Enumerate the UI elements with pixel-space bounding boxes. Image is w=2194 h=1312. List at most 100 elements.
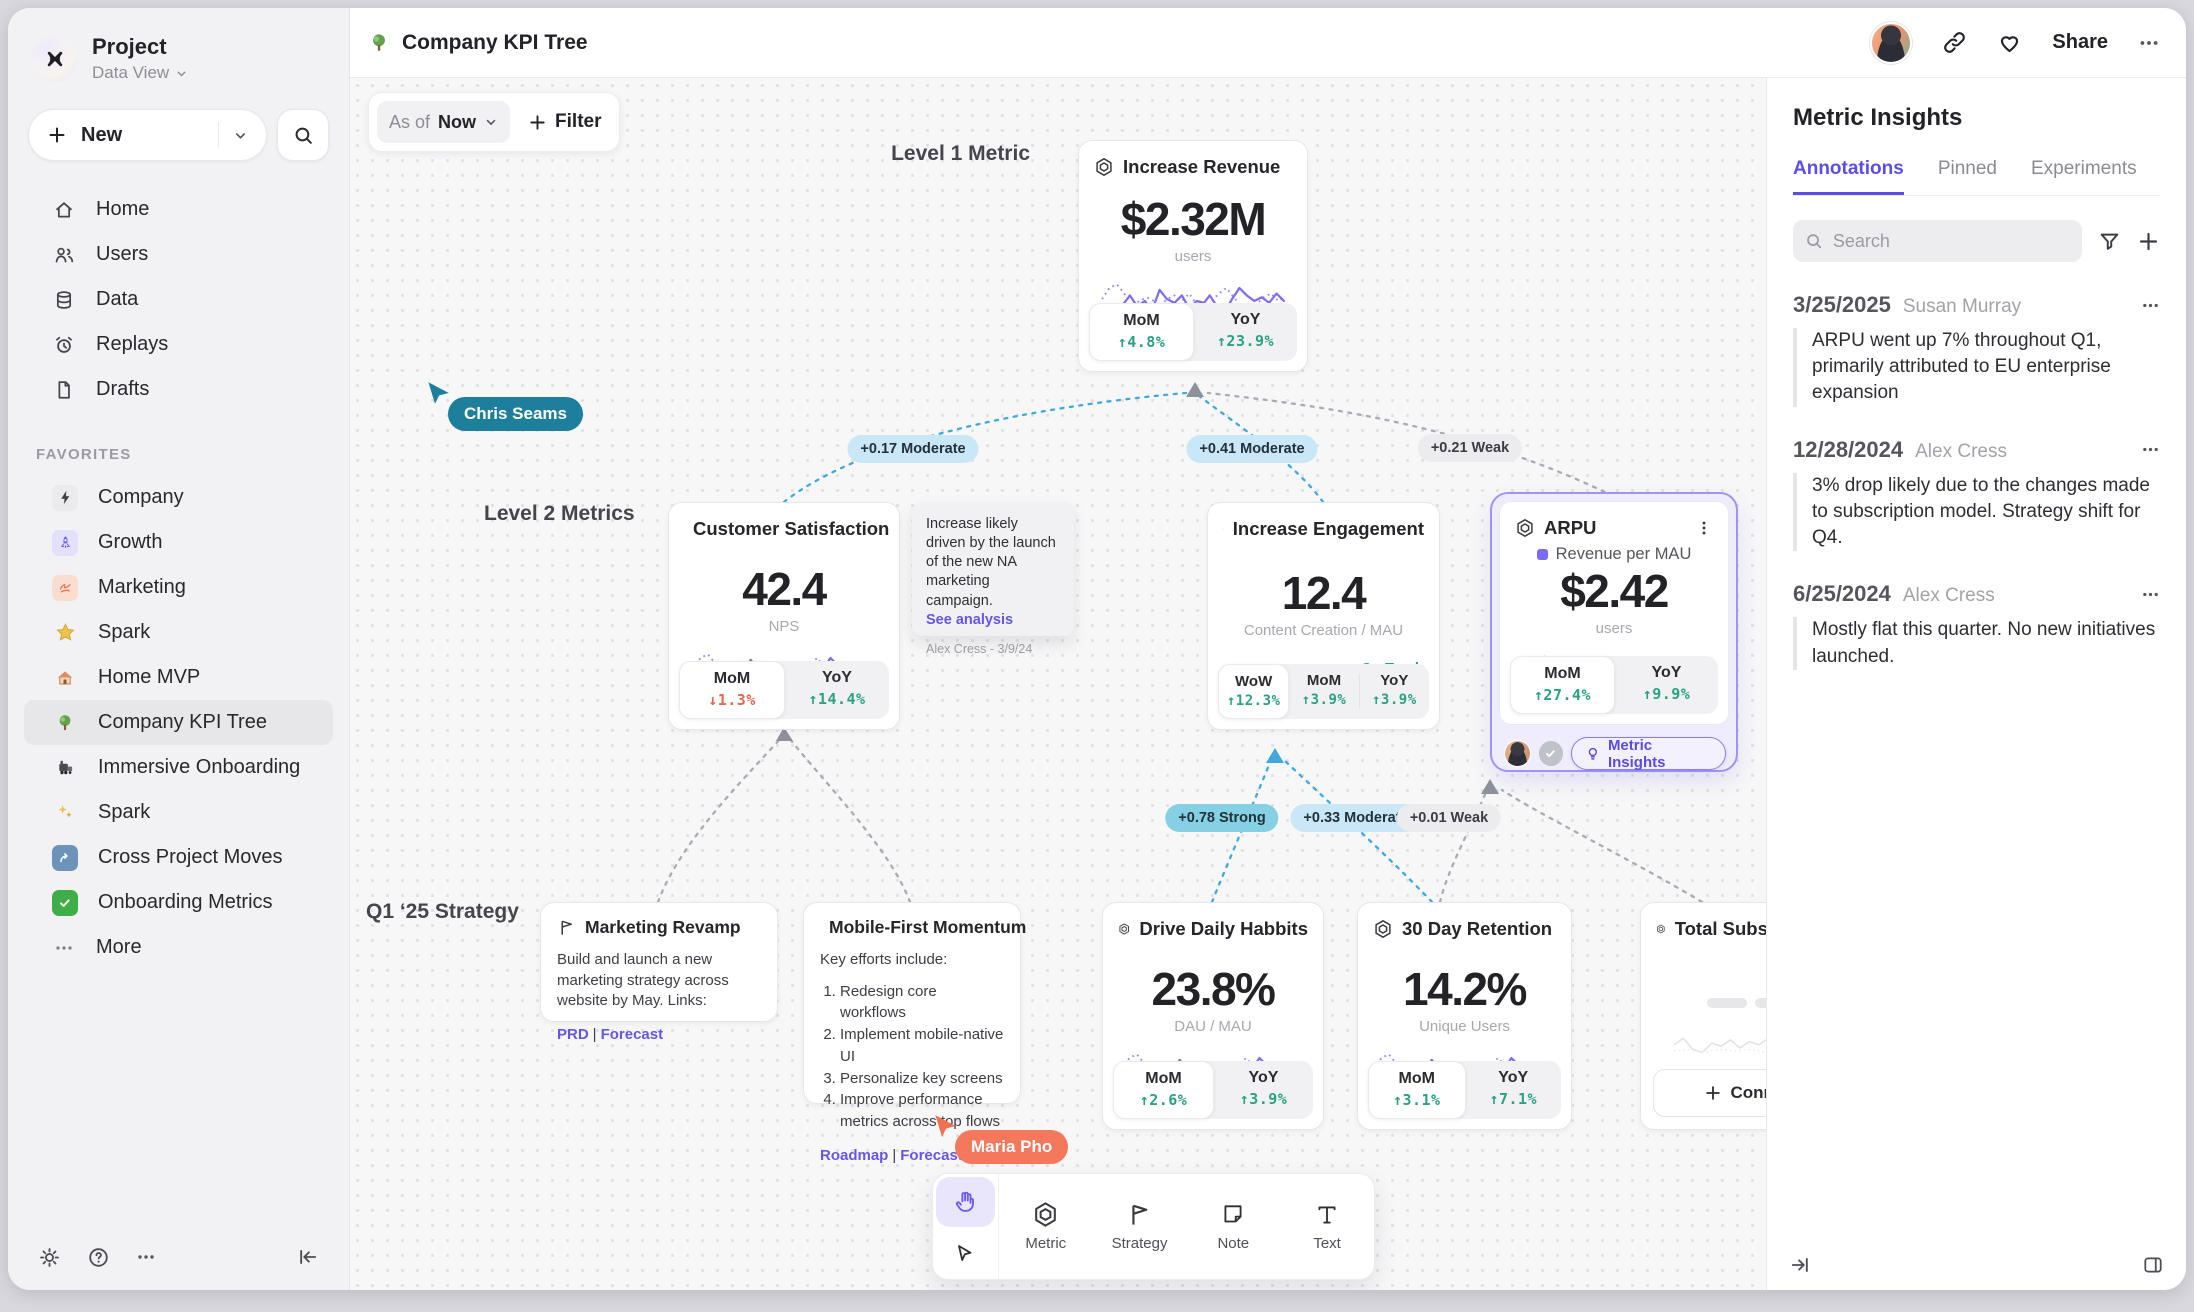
favorite-company-kpi-tree[interactable]: Company KPI Tree bbox=[24, 700, 333, 745]
annotation-item[interactable]: 3/25/2025 Susan Murray ARPU went up 7% t… bbox=[1793, 292, 2160, 407]
stat-yoy[interactable]: YoY↑14.4% bbox=[785, 661, 889, 719]
favorite-spark-2[interactable]: Spark bbox=[24, 790, 333, 835]
tool-select[interactable] bbox=[933, 1230, 998, 1280]
metric-card-drive-daily-habbits[interactable]: Drive Daily Habbits 23.8% DAU / MAU MoM↑… bbox=[1102, 902, 1324, 1130]
stat-mom[interactable]: MoM↑27.4% bbox=[1510, 656, 1615, 714]
favorite-cross-project-moves[interactable]: Cross Project Moves bbox=[24, 835, 333, 880]
annotation-text: ARPU went up 7% throughout Q1, primarily… bbox=[1793, 328, 2160, 407]
metric-card-increase-engagement[interactable]: Increase Engagement 12.4 Content Creatio… bbox=[1207, 502, 1440, 730]
stat-yoy[interactable]: YoY↑3.9% bbox=[1360, 664, 1429, 719]
settings-gear-icon[interactable] bbox=[38, 1246, 61, 1269]
favorite-label: Spark bbox=[98, 621, 150, 644]
metric-card-increase-revenue[interactable]: Increase Revenue $2.32M users MoM↑4.8% Y… bbox=[1078, 140, 1308, 372]
search-icon bbox=[1805, 231, 1823, 251]
stat-yoy[interactable]: YoY↑3.9% bbox=[1214, 1061, 1313, 1119]
stat-mom[interactable]: MoM↑4.8% bbox=[1089, 303, 1194, 361]
home-icon bbox=[52, 199, 76, 221]
annotation-menu-icon[interactable] bbox=[2141, 296, 2160, 315]
metric-title: Increase Revenue bbox=[1123, 156, 1280, 178]
filter-funnel-icon[interactable] bbox=[2098, 230, 2121, 253]
favorite-label: Home MVP bbox=[98, 666, 200, 689]
sidebar-item-home[interactable]: Home bbox=[24, 187, 333, 232]
sidebar: Project Data View New Home bbox=[8, 8, 350, 1290]
note-card[interactable]: Increase likely driven by the launch of … bbox=[912, 502, 1074, 636]
stat-wow[interactable]: WoW↑12.3% bbox=[1218, 664, 1289, 719]
roadmap-link[interactable]: Roadmap bbox=[820, 1147, 888, 1164]
favorite-company[interactable]: Company bbox=[24, 475, 333, 520]
tool-metric[interactable]: Metric bbox=[999, 1174, 1093, 1279]
sidebar-item-replays[interactable]: Replays bbox=[24, 322, 333, 367]
sidebar-more-options-icon[interactable] bbox=[136, 1247, 156, 1267]
stat-mom[interactable]: MoM↓1.3% bbox=[679, 661, 785, 719]
tool-note[interactable]: Note bbox=[1186, 1174, 1280, 1279]
favorite-home-mvp[interactable]: Home MVP bbox=[24, 655, 333, 700]
search-input[interactable] bbox=[1833, 231, 2070, 252]
sidebar-item-users[interactable]: Users bbox=[24, 232, 333, 277]
panel-layout-icon[interactable] bbox=[2142, 1254, 2164, 1276]
annotation-item[interactable]: 12/28/2024 Alex Cress 3% drop likely due… bbox=[1793, 437, 2160, 552]
cursor-name-pill: Chris Seams bbox=[448, 397, 583, 431]
annotation-menu-icon[interactable] bbox=[2141, 440, 2160, 459]
metric-insights-button[interactable]: Metric Insights bbox=[1571, 737, 1726, 770]
add-annotation-icon[interactable] bbox=[2137, 230, 2160, 253]
metric-card-30-day-retention[interactable]: 30 Day Retention 14.2% Unique Users MoM↑… bbox=[1357, 902, 1572, 1130]
note-see-analysis-link[interactable]: See analysis bbox=[926, 612, 1060, 628]
sidebar-item-drafts[interactable]: Drafts bbox=[24, 367, 333, 412]
tool-text[interactable]: Text bbox=[1280, 1174, 1374, 1279]
collapse-panel-icon[interactable] bbox=[1789, 1254, 1811, 1276]
stat-mom[interactable]: MoM↑2.6% bbox=[1113, 1061, 1214, 1119]
strategy-card-mobile-first-momentum[interactable]: Mobile-First Momentum Key efforts includ… bbox=[803, 902, 1021, 1104]
tool-strategy[interactable]: Strategy bbox=[1093, 1174, 1187, 1279]
share-button[interactable]: Share bbox=[2052, 31, 2108, 54]
filter-button[interactable]: Filter bbox=[528, 111, 601, 133]
tab-experiments[interactable]: Experiments bbox=[2031, 158, 2137, 195]
annotations-search[interactable] bbox=[1793, 220, 2082, 262]
metric-card-customer-satisfaction[interactable]: Customer Satisfaction 42.4 NPS MoM↓1.3% … bbox=[668, 502, 900, 730]
chevron-down-icon bbox=[175, 67, 188, 80]
stat-mom[interactable]: MoM↑3.1% bbox=[1368, 1061, 1466, 1119]
stat-yoy[interactable]: YoY↑7.1% bbox=[1466, 1061, 1562, 1119]
new-button[interactable]: New bbox=[28, 109, 267, 161]
collapse-sidebar-icon[interactable] bbox=[297, 1246, 319, 1268]
stat-yoy[interactable]: YoY↑23.9% bbox=[1194, 303, 1297, 361]
forecast-link[interactable]: Forecast bbox=[601, 1026, 664, 1043]
tab-annotations[interactable]: Annotations bbox=[1793, 158, 1904, 195]
project-logo bbox=[32, 36, 78, 82]
metric-title: Increase Engagement bbox=[1233, 518, 1424, 540]
favorite-heart-icon[interactable] bbox=[1997, 30, 2022, 55]
sidebar-more[interactable]: More bbox=[24, 925, 333, 970]
tool-hand[interactable] bbox=[936, 1177, 995, 1227]
as-of-selector[interactable]: As of Now bbox=[377, 101, 510, 143]
favorite-immersive-onboarding[interactable]: Immersive Onboarding bbox=[24, 745, 333, 790]
annotation-menu-icon[interactable] bbox=[2141, 585, 2160, 604]
more-options-icon[interactable] bbox=[2138, 32, 2160, 54]
level1-label: Level 1 Metric bbox=[878, 142, 1030, 166]
kebab-menu-icon[interactable] bbox=[1695, 519, 1713, 537]
connect-data-button[interactable]: Connect bbox=[1653, 1069, 1766, 1117]
sidebar-item-data[interactable]: Data bbox=[24, 277, 333, 322]
stat-mom[interactable]: MoM↑3.9% bbox=[1289, 664, 1358, 719]
help-icon[interactable] bbox=[87, 1246, 110, 1269]
strategy-card-marketing-revamp[interactable]: Marketing Revamp Build and launch a new … bbox=[540, 902, 778, 1022]
workspace-selector[interactable]: Data View bbox=[92, 63, 188, 83]
copy-link-icon[interactable] bbox=[1942, 30, 1967, 55]
metric-value: 42.4 bbox=[669, 562, 899, 616]
favorite-spark[interactable]: Spark bbox=[24, 610, 333, 655]
chevron-down-icon[interactable] bbox=[233, 128, 248, 143]
verified-check-badge bbox=[1539, 741, 1564, 766]
sidebar-nav: Home Users Data Replays Drafts bbox=[8, 187, 349, 412]
metric-card-total-subscriptions[interactable]: Total Subscriptions Connect bbox=[1640, 902, 1766, 1130]
sidebar-search-button[interactable] bbox=[277, 109, 329, 161]
stat-yoy[interactable]: YoY↑9.9% bbox=[1615, 656, 1718, 714]
favorite-marketing[interactable]: Marketing bbox=[24, 565, 333, 610]
tab-pinned[interactable]: Pinned bbox=[1938, 158, 1997, 195]
favorite-onboarding-metrics[interactable]: Onboarding Metrics bbox=[24, 880, 333, 925]
annotation-text: Mostly flat this quarter. No new initiat… bbox=[1793, 617, 2160, 669]
favorite-growth[interactable]: Growth bbox=[24, 520, 333, 565]
metric-card-arpu-selected[interactable]: ARPU Revenue per MAU $2.42 users MoM↑27.… bbox=[1490, 492, 1738, 772]
kpi-tree-canvas[interactable]: As of Now Filter Level 1 Metric Level 2 … bbox=[350, 78, 1766, 1290]
project-switcher[interactable]: Project Data View bbox=[8, 8, 349, 101]
annotation-item[interactable]: 6/25/2024 Alex Cress Mostly flat this qu… bbox=[1793, 581, 2160, 669]
avatar[interactable] bbox=[1870, 22, 1912, 64]
prd-link[interactable]: PRD bbox=[557, 1026, 589, 1043]
